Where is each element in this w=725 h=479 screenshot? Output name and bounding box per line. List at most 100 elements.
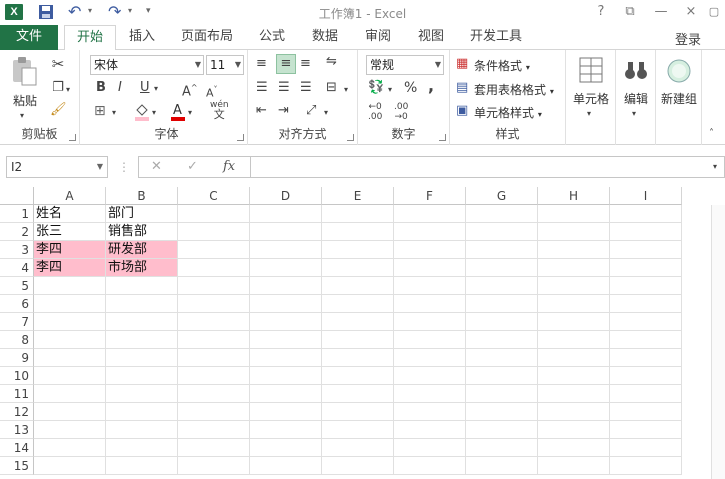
cell-d12[interactable] bbox=[250, 403, 322, 421]
cell-c8[interactable] bbox=[178, 331, 250, 349]
cell-f7[interactable] bbox=[394, 313, 466, 331]
cell-g10[interactable] bbox=[466, 367, 538, 385]
row-header[interactable]: 6 bbox=[0, 295, 34, 313]
cell-f2[interactable] bbox=[394, 223, 466, 241]
cell-h10[interactable] bbox=[538, 367, 610, 385]
cell-i1[interactable] bbox=[610, 205, 682, 223]
column-header-g[interactable]: G bbox=[466, 187, 538, 205]
cell-i11[interactable] bbox=[610, 385, 682, 403]
row-header[interactable]: 11 bbox=[0, 385, 34, 403]
ribbon-display-button[interactable]: ⧉ bbox=[620, 3, 640, 21]
cell-e1[interactable] bbox=[322, 205, 394, 223]
number-format-combo[interactable]: 常规 ▼ bbox=[366, 55, 444, 75]
cell-b2[interactable]: 销售部 bbox=[106, 223, 178, 241]
cell-g12[interactable] bbox=[466, 403, 538, 421]
cell-h5[interactable] bbox=[538, 277, 610, 295]
cell-g2[interactable] bbox=[466, 223, 538, 241]
cell-a6[interactable] bbox=[34, 295, 106, 313]
cell-e13[interactable] bbox=[322, 421, 394, 439]
restore-button[interactable]: ▢ bbox=[704, 3, 724, 21]
cell-f13[interactable] bbox=[394, 421, 466, 439]
cell-a4[interactable]: 李四 bbox=[34, 259, 106, 277]
increase-indent-icon[interactable]: ⇥ bbox=[278, 103, 289, 119]
tab-insert[interactable]: 插入 bbox=[122, 25, 162, 50]
align-middle-icon[interactable]: ≡ bbox=[276, 54, 296, 74]
font-color-icon[interactable]: A bbox=[170, 102, 186, 122]
fill-color-dropdown-icon[interactable]: ▾ bbox=[152, 105, 156, 121]
column-header-f[interactable]: F bbox=[394, 187, 466, 205]
tab-formulas[interactable]: 公式 bbox=[252, 25, 292, 50]
cell-c10[interactable] bbox=[178, 367, 250, 385]
grow-font-button[interactable]: A^ bbox=[182, 80, 198, 100]
cell-e14[interactable] bbox=[322, 439, 394, 457]
conditional-format-icon[interactable]: ▦ bbox=[456, 56, 468, 72]
cell-g6[interactable] bbox=[466, 295, 538, 313]
select-all-button[interactable] bbox=[0, 187, 34, 205]
cell-f3[interactable] bbox=[394, 241, 466, 259]
cell-d4[interactable] bbox=[250, 259, 322, 277]
cell-i2[interactable] bbox=[610, 223, 682, 241]
row-header[interactable]: 14 bbox=[0, 439, 34, 457]
cell-f10[interactable] bbox=[394, 367, 466, 385]
increase-decimal-icon[interactable]: ←0.00 bbox=[368, 102, 382, 122]
column-header-c[interactable]: C bbox=[178, 187, 250, 205]
underline-button[interactable]: U bbox=[140, 80, 150, 96]
editing-label[interactable]: 编辑 bbox=[616, 90, 656, 107]
cell-i14[interactable] bbox=[610, 439, 682, 457]
cell-f4[interactable] bbox=[394, 259, 466, 277]
cell-a1[interactable]: 姓名 bbox=[34, 205, 106, 223]
cell-b7[interactable] bbox=[106, 313, 178, 331]
clipboard-launcher-icon[interactable] bbox=[69, 134, 76, 141]
cut-icon[interactable]: ✂ bbox=[50, 56, 66, 72]
cell-d8[interactable] bbox=[250, 331, 322, 349]
cell-b4[interactable]: 市场部 bbox=[106, 259, 178, 277]
new-group[interactable]: 新建组 bbox=[656, 50, 702, 145]
cells-icon[interactable] bbox=[578, 56, 604, 84]
cell-h1[interactable] bbox=[538, 205, 610, 223]
shrink-font-button[interactable]: A˅ bbox=[206, 82, 218, 102]
tab-page-layout[interactable]: 页面布局 bbox=[176, 25, 238, 50]
number-launcher-icon[interactable] bbox=[439, 134, 446, 141]
cell-g9[interactable] bbox=[466, 349, 538, 367]
cell-i10[interactable] bbox=[610, 367, 682, 385]
conditional-format-button[interactable]: 条件格式 ▾ bbox=[474, 57, 530, 74]
cell-a7[interactable] bbox=[34, 313, 106, 331]
merge-dropdown-icon[interactable]: ▾ bbox=[344, 82, 348, 98]
italic-button[interactable]: I bbox=[118, 80, 122, 96]
paste-label[interactable]: 粘贴 bbox=[10, 92, 40, 109]
cell-f14[interactable] bbox=[394, 439, 466, 457]
cell-e15[interactable] bbox=[322, 457, 394, 475]
expand-formula-icon[interactable]: ▾ bbox=[713, 159, 717, 175]
cell-d11[interactable] bbox=[250, 385, 322, 403]
cell-c4[interactable] bbox=[178, 259, 250, 277]
cell-i5[interactable] bbox=[610, 277, 682, 295]
cell-h14[interactable] bbox=[538, 439, 610, 457]
tab-view[interactable]: 视图 bbox=[411, 25, 451, 50]
font-name-combo[interactable]: 宋体 ▼ bbox=[90, 55, 204, 75]
cell-c15[interactable] bbox=[178, 457, 250, 475]
formula-input[interactable] bbox=[250, 156, 725, 178]
format-painter-icon[interactable]: 🖌 bbox=[50, 102, 67, 118]
cell-g13[interactable] bbox=[466, 421, 538, 439]
cell-b3[interactable]: 研发部 bbox=[106, 241, 178, 259]
column-header-b[interactable]: B bbox=[106, 187, 178, 205]
align-left-icon[interactable]: ☰ bbox=[256, 80, 268, 96]
cell-g5[interactable] bbox=[466, 277, 538, 295]
cell-f5[interactable] bbox=[394, 277, 466, 295]
editing-group[interactable]: 编辑 ▾ bbox=[616, 50, 656, 145]
percent-button[interactable]: % bbox=[404, 80, 417, 96]
row-header[interactable]: 3 bbox=[0, 241, 34, 259]
cell-i4[interactable] bbox=[610, 259, 682, 277]
cell-e10[interactable] bbox=[322, 367, 394, 385]
cell-e2[interactable] bbox=[322, 223, 394, 241]
close-button[interactable]: × bbox=[681, 3, 701, 21]
fill-color-icon[interactable] bbox=[134, 102, 150, 122]
cell-g3[interactable] bbox=[466, 241, 538, 259]
row-header[interactable]: 15 bbox=[0, 457, 34, 475]
cell-f6[interactable] bbox=[394, 295, 466, 313]
row-header[interactable]: 5 bbox=[0, 277, 34, 295]
cell-f1[interactable] bbox=[394, 205, 466, 223]
cell-d15[interactable] bbox=[250, 457, 322, 475]
cell-f8[interactable] bbox=[394, 331, 466, 349]
cell-d6[interactable] bbox=[250, 295, 322, 313]
